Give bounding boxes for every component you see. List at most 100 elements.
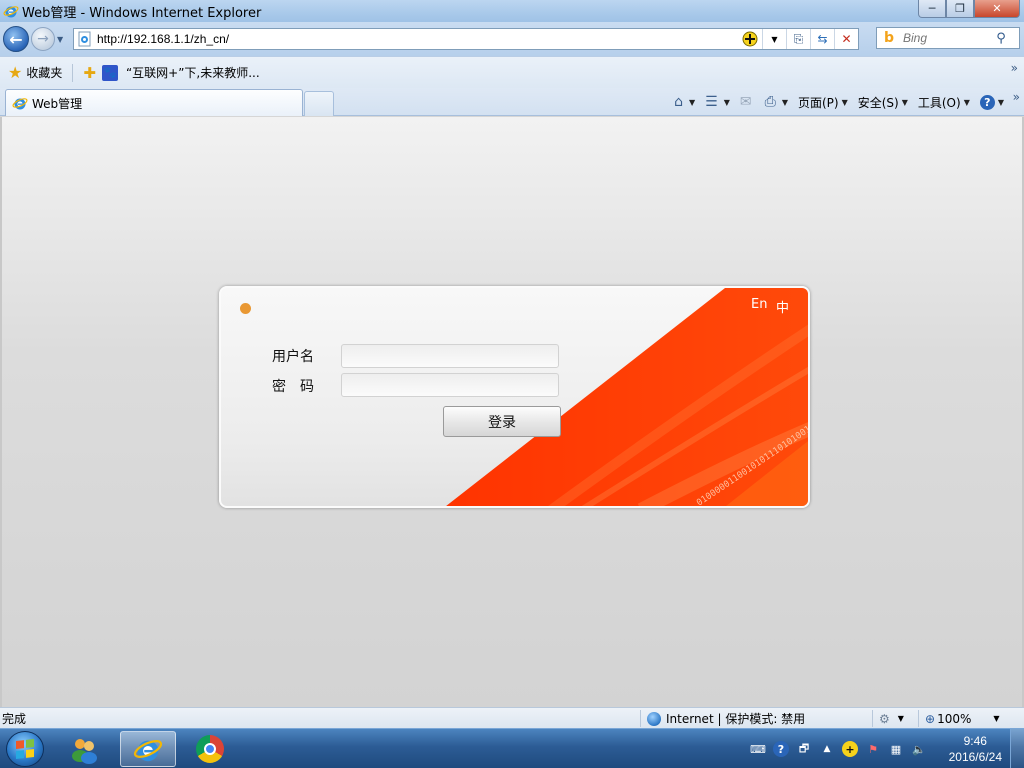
compat-view-button[interactable]: ⎘: [786, 29, 810, 49]
navigation-bar: ← → ▼ http://192.168.1.1/zh_cn/ ▼ ⎘ ⇆ ✕ …: [0, 22, 1024, 56]
minimize-icon: ─: [928, 2, 936, 15]
status-dot: [240, 303, 251, 314]
clock-time: 9:46: [963, 734, 987, 748]
keyboard-icon[interactable]: ⌨: [750, 741, 766, 757]
help-button[interactable]: ? ▼: [979, 94, 1004, 110]
minimize-button[interactable]: ─: [918, 0, 946, 18]
password-label: 密 码: [272, 379, 314, 395]
status-text: 完成: [2, 711, 27, 726]
windows-start-icon: [16, 739, 34, 759]
favorites-button[interactable]: ★ 收藏夹: [8, 63, 62, 82]
tab-row: Web管理 ⌂ ▼ ☰ ▼ ✉ ⎙ ▼ 页面(P) ▼ 安全(S) ▼ 工具(O) ▼ ? ▼…: [0, 88, 1024, 116]
compat-icon: ⎘: [793, 31, 804, 46]
taskbar-chrome[interactable]: [182, 731, 238, 767]
new-tab-button[interactable]: [304, 91, 334, 116]
close-button[interactable]: ✕: [974, 0, 1020, 18]
security-zone-label: Internet | 保护模式: 禁用: [666, 712, 806, 726]
forward-icon: →: [37, 31, 49, 47]
language-icon[interactable]: 🗗: [796, 741, 812, 757]
zoom-icon: ⊕: [925, 711, 936, 726]
bing-icon: b: [883, 30, 895, 46]
back-icon: ←: [9, 29, 23, 49]
command-more-icon[interactable]: »: [1013, 90, 1020, 104]
help-tray-icon[interactable]: ?: [773, 741, 789, 757]
feeds-button[interactable]: ☰ ▼: [705, 94, 730, 110]
home-button[interactable]: ⌂ ▼: [674, 94, 695, 110]
address-url[interactable]: http://192.168.1.1/zh_cn/: [97, 32, 229, 46]
users-icon: [72, 739, 97, 764]
back-button[interactable]: ←: [3, 26, 29, 52]
address-dropdown[interactable]: ▼: [762, 29, 786, 49]
history-dropdown[interactable]: ▼: [57, 35, 69, 44]
help-icon: ?: [979, 94, 995, 110]
page-menu[interactable]: 页面(P) ▼: [798, 94, 848, 111]
tab-label: Web管理: [32, 96, 83, 111]
refresh-button[interactable]: ⇆: [810, 29, 834, 49]
zoom-control[interactable]: ⊕ 100% ▼: [918, 710, 1008, 727]
restore-icon: ❐: [955, 2, 965, 15]
favorite-link[interactable]: “互联网+”下,未来教师...: [126, 64, 260, 81]
taskbar-users-app[interactable]: [56, 731, 112, 767]
page-content: 0100000110010101110101001010100110101011…: [0, 117, 1024, 707]
tools-menu-label: 工具(O): [917, 95, 961, 110]
username-input[interactable]: [341, 344, 559, 368]
addon-tray-icon[interactable]: +: [842, 741, 858, 757]
print-button[interactable]: ⎙ ▼: [765, 94, 788, 110]
page-menu-label: 页面(P): [797, 95, 839, 110]
search-box[interactable]: b ⚲: [876, 27, 1020, 49]
zoom-level: 100%: [937, 711, 972, 726]
close-icon: ✕: [992, 2, 1002, 15]
tools-menu[interactable]: 工具(O) ▼: [918, 94, 970, 111]
volume-icon[interactable]: 🔈: [911, 741, 927, 757]
ie-icon: [12, 98, 28, 110]
command-bar: ⌂ ▼ ☰ ▼ ✉ ⎙ ▼ 页面(P) ▼ 安全(S) ▼ 工具(O) ▼ ? ▼: [664, 88, 1004, 116]
favorites-more-icon[interactable]: »: [1011, 61, 1018, 75]
login-button[interactable]: 登录: [443, 406, 561, 437]
mail-button[interactable]: ✉: [740, 94, 755, 110]
taskbar: ⌨ ? 🗗 ▲ + ⚑ ▦ 🔈 9:46 2016/6/24: [0, 728, 1024, 768]
chrome-icon: [196, 735, 224, 763]
stop-button[interactable]: ✕: [834, 29, 858, 49]
search-icon[interactable]: ⚲: [991, 31, 1011, 46]
username-label: 用户名: [272, 349, 314, 365]
tab-web-admin[interactable]: Web管理: [5, 89, 303, 116]
taskbar-clock[interactable]: 9:46 2016/6/24: [949, 733, 1002, 765]
start-button[interactable]: [6, 731, 44, 767]
title-bar: Web管理 - Windows Internet Explorer ─ ❐ ✕: [0, 0, 1024, 22]
search-input[interactable]: [903, 31, 991, 45]
forward-button[interactable]: →: [31, 27, 55, 51]
popup-blocker[interactable]: ⚙ ▼: [872, 710, 918, 727]
addon-icon: [742, 31, 758, 47]
stop-icon: ✕: [841, 32, 852, 46]
baidu-icon: 🐾: [101, 64, 118, 81]
clock-date: 2016/6/24: [948, 750, 1002, 764]
system-tray: ⌨ ? 🗗 ▲ + ⚑ ▦ 🔈: [750, 729, 934, 768]
gear-icon: ⚙: [879, 711, 890, 726]
maximize-button[interactable]: ❐: [946, 0, 974, 18]
taskbar-ie[interactable]: [120, 731, 176, 767]
lang-en-link[interactable]: En: [751, 297, 767, 312]
login-decoration: 0100000110010101110101001010100110101011…: [446, 288, 808, 506]
add-favorite-icon[interactable]: ✚: [83, 64, 96, 82]
password-input[interactable]: [341, 373, 559, 397]
address-bar[interactable]: http://192.168.1.1/zh_cn/ ▼ ⎘ ⇆ ✕: [73, 28, 859, 50]
mail-icon: ✉: [739, 94, 752, 110]
safety-menu[interactable]: 安全(S) ▼: [858, 94, 908, 111]
star-icon: ★: [8, 63, 23, 82]
globe-icon: [647, 711, 661, 726]
safety-menu-label: 安全(S): [857, 95, 899, 110]
home-icon: ⌂: [674, 94, 683, 110]
refresh-icon: ⇆: [817, 32, 828, 46]
window-title: Web管理 - Windows Internet Explorer: [22, 5, 262, 21]
network-icon[interactable]: ▦: [888, 741, 904, 757]
lang-zh-link[interactable]: 中: [776, 297, 789, 316]
addon-button[interactable]: [738, 29, 762, 49]
security-zone[interactable]: Internet | 保护模式: 禁用: [640, 710, 872, 727]
flag-icon[interactable]: ⚑: [865, 741, 881, 757]
feed-icon: ☰: [705, 94, 718, 110]
show-desktop-button[interactable]: [1010, 729, 1024, 768]
favorites-bar: ★ 收藏夹 ✚ 🐾 “互联网+”下,未来教师... »: [0, 56, 1024, 88]
login-panel: 0100000110010101110101001010100110101011…: [219, 286, 810, 508]
favorite-link-label: “互联网+”下,未来教师...: [125, 66, 260, 80]
tray-expand-icon[interactable]: ▲: [819, 741, 835, 757]
